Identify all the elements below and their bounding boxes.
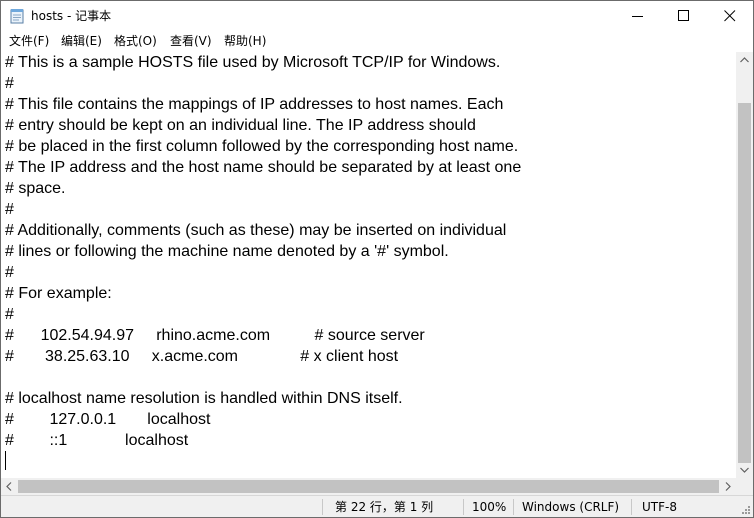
text-caret — [5, 451, 6, 470]
maximize-button[interactable] — [661, 1, 707, 31]
menu-edit[interactable]: 编辑(E) — [61, 34, 102, 49]
close-button[interactable] — [707, 1, 753, 31]
text-line: # lines or following the machine name de… — [5, 243, 449, 260]
text-line: # ::1 localhost — [5, 432, 189, 449]
text-line: # be placed in the first column followed… — [5, 138, 519, 155]
status-separator — [513, 499, 514, 515]
horizontal-scrollbar[interactable] — [1, 478, 736, 495]
close-icon — [724, 10, 736, 22]
status-separator — [322, 499, 323, 515]
encoding: UTF-8 — [642, 500, 677, 514]
text-line: # This is a sample HOSTS file used by Mi… — [5, 54, 501, 71]
text-line: # localhost name resolution is handled w… — [5, 390, 403, 407]
minimize-button[interactable] — [615, 1, 661, 31]
text-editor[interactable]: # This is a sample HOSTS file used by Mi… — [1, 52, 736, 478]
resize-grip-icon[interactable] — [741, 505, 751, 515]
text-line: # entry should be kept on an individual … — [5, 117, 476, 134]
vertical-scrollbar[interactable] — [736, 52, 753, 478]
scroll-up-arrow-icon[interactable] — [740, 57, 749, 63]
text-line: # — [5, 201, 14, 218]
text-line: # For example: — [5, 285, 112, 302]
menu-file[interactable]: 文件(F) — [9, 34, 49, 49]
text-line: # 102.54.94.97 rhino.acme.com # source s… — [5, 327, 425, 344]
text-line: # 38.25.63.10 x.acme.com # x client host — [5, 348, 399, 365]
scroll-down-arrow-icon[interactable] — [740, 467, 749, 473]
scroll-left-arrow-icon[interactable] — [6, 482, 12, 491]
status-separator — [463, 499, 464, 515]
horizontal-scroll-thumb[interactable] — [18, 480, 719, 493]
text-line: # The IP address and the host name shoul… — [5, 159, 522, 176]
text-line: # This file contains the mappings of IP … — [5, 96, 504, 113]
notepad-window: hosts - 记事本 文件(F) 编辑(E) 格式(O) 查看(V) 帮助(H… — [0, 0, 754, 518]
title-bar[interactable]: hosts - 记事本 — [1, 1, 753, 31]
scrollbar-corner — [736, 478, 753, 495]
menu-view[interactable]: 查看(V) — [170, 34, 212, 49]
text-line: # — [5, 306, 14, 323]
text-line: # space. — [5, 180, 66, 197]
text-line: # 127.0.0.1 localhost — [5, 411, 211, 428]
text-line: # Additionally, comments (such as these)… — [5, 222, 507, 239]
menu-bar: 文件(F) 编辑(E) 格式(O) 查看(V) 帮助(H) — [1, 31, 753, 52]
cursor-position: 第 22 行，第 1 列 — [335, 500, 434, 514]
status-separator — [631, 499, 632, 515]
line-ending: Windows (CRLF) — [522, 500, 620, 514]
scroll-right-arrow-icon[interactable] — [725, 482, 731, 491]
zoom-level: 100% — [472, 500, 507, 514]
menu-format[interactable]: 格式(O) — [114, 34, 157, 49]
maximize-icon — [678, 10, 689, 21]
vertical-scroll-thumb[interactable] — [738, 103, 751, 463]
status-bar: 第 22 行，第 1 列 100% Windows (CRLF) UTF-8 — [1, 495, 753, 517]
window-title: hosts - 记事本 — [31, 9, 112, 23]
notepad-icon[interactable] — [10, 8, 24, 24]
menu-help[interactable]: 帮助(H) — [224, 34, 266, 49]
text-line: # — [5, 264, 14, 281]
minimize-icon — [632, 16, 643, 17]
text-line: # — [5, 75, 14, 92]
